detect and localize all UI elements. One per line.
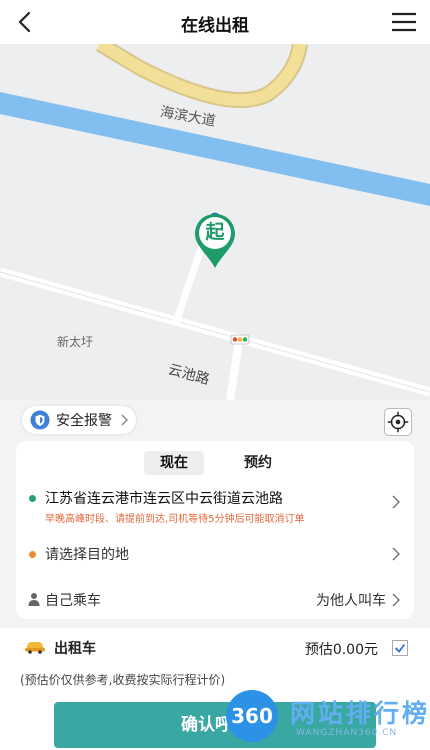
ride-self-label[interactable]: 自己乘车 — [45, 590, 101, 610]
chevron-right-icon — [392, 495, 400, 509]
watermark-logo: 360 网站排行榜 WANGZHAN360.CN — [220, 688, 430, 750]
shield-icon — [30, 410, 50, 430]
watermark-badge: 360 — [226, 690, 278, 742]
chevron-right-icon — [121, 414, 128, 426]
watermark-sub: WANGZHAN360.CN — [296, 728, 398, 738]
map-view[interactable]: 海滨大道 新太圩 云池路 起 — [0, 44, 430, 400]
safety-row: 安全报警 — [0, 400, 430, 440]
tab-now[interactable]: 现在 — [144, 451, 204, 475]
tab-reserve[interactable]: 预约 — [228, 451, 288, 475]
price-note: (预估价仅供参考,收费按实际行程计价) — [20, 673, 226, 687]
rider-row: 自己乘车 为他人叫车 — [16, 589, 414, 611]
time-tabs: 现在 预约 — [16, 451, 414, 475]
estimated-price: 预估0.00元 — [304, 642, 378, 658]
page-title: 在线出租 — [181, 16, 249, 36]
chevron-right-icon — [392, 593, 400, 607]
taxi-label: 出租车 — [54, 641, 96, 657]
locate-icon[interactable] — [384, 408, 412, 436]
menu-icon[interactable] — [390, 9, 418, 35]
taxi-icon — [25, 642, 45, 654]
origin-address: 江苏省连云港市连云区中云街道云池路 — [45, 491, 283, 507]
place-label-xintai: 新太圩 — [57, 335, 94, 349]
pickup-warning: 早晚高峰时段、请提前到达,司机等待5分钟后可能取消订单 — [45, 514, 305, 525]
person-icon — [28, 593, 40, 606]
start-pin[interactable]: 起 — [192, 212, 238, 272]
origin-row[interactable]: 江苏省连云港市连云区中云街道云池路 早晚高峰时段、请提前到达,司机等待5分钟后可… — [16, 485, 414, 527]
destination-placeholder: 请选择目的地 — [45, 547, 129, 563]
destination-row[interactable]: 请选择目的地 — [16, 543, 414, 565]
origin-dot — [29, 495, 36, 502]
watermark-title: 网站排行榜 — [290, 699, 430, 728]
trip-card: 现在 预约 江苏省连云港市连云区中云街道云池路 早晚高峰时段、请提前到达,司机等… — [16, 441, 414, 619]
call-for-others-button[interactable]: 为他人叫车 — [316, 590, 386, 610]
safety-alarm-button[interactable]: 安全报警 — [22, 406, 136, 434]
destination-dot — [29, 551, 36, 558]
safety-alarm-label: 安全报警 — [56, 413, 112, 429]
taxi-select-checkbox[interactable] — [392, 640, 408, 656]
header-bar: 在线出租 — [0, 0, 430, 44]
start-pin-label: 起 — [205, 221, 225, 243]
chevron-right-icon — [392, 547, 400, 561]
